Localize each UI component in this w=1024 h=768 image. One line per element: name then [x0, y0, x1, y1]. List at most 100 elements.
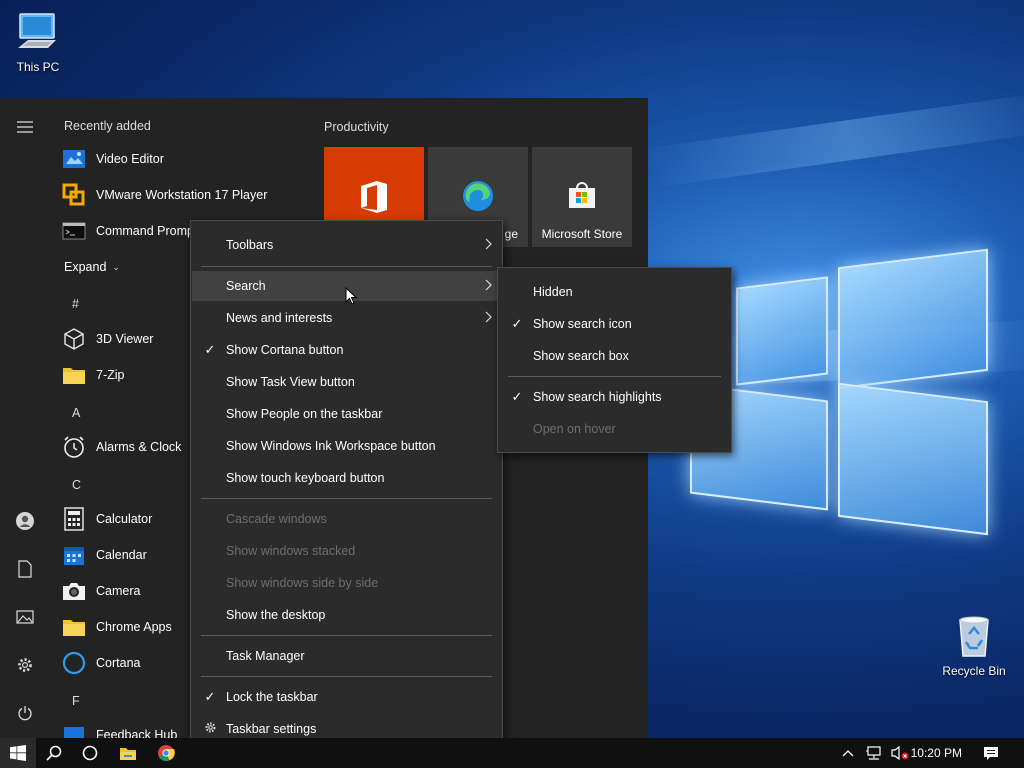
- chevron-right-icon: [485, 311, 493, 326]
- network-button[interactable]: [860, 738, 888, 768]
- windows-logo-pane: [736, 276, 828, 386]
- file-explorer-icon: [120, 747, 136, 760]
- start-rail: [0, 98, 50, 738]
- menu-separator: [201, 635, 492, 636]
- recycle-bin-label: Recycle Bin: [942, 664, 1006, 678]
- calendar-icon: [62, 543, 86, 567]
- chevron-down-icon: ⌄: [112, 261, 120, 272]
- checkmark-icon: ✓: [204, 689, 216, 704]
- menu-item-news-interests[interactable]: News and interests: [192, 303, 501, 333]
- this-pc-shortcut[interactable]: This PC: [0, 8, 76, 74]
- user-icon: [16, 512, 34, 530]
- network-icon: [866, 746, 881, 760]
- menu-item-show-task-view-button[interactable]: Show Task View button: [192, 367, 501, 397]
- documents-button[interactable]: [8, 552, 42, 586]
- cortana-button[interactable]: [72, 738, 108, 768]
- chrome-icon: [158, 745, 175, 761]
- checkmark-icon: ✓: [511, 389, 523, 404]
- 3d-viewer-icon: [62, 327, 86, 351]
- menu-separator: [508, 376, 721, 377]
- checkmark-icon: ✓: [511, 316, 523, 331]
- search-icon: [46, 745, 62, 761]
- taskbar: 10:20 PM: [0, 738, 1024, 768]
- user-account-button[interactable]: [8, 504, 42, 538]
- alarm-clock-icon: [62, 435, 86, 459]
- productivity-heading: Productivity: [324, 120, 389, 134]
- mouse-cursor-icon: [345, 287, 357, 305]
- submenu-item-open-on-hover: Open on hover: [533, 422, 616, 436]
- chevron-up-icon: [842, 750, 854, 757]
- store-icon: [569, 182, 595, 208]
- menu-item-task-manager[interactable]: Task Manager: [192, 641, 501, 671]
- taskbar-clock[interactable]: 10:20 PM: [911, 738, 962, 768]
- command-prompt-icon: [62, 219, 86, 243]
- submenu-item-show-search-box[interactable]: Show search box: [499, 341, 730, 371]
- windows-logo-pane: [838, 382, 988, 536]
- menu-separator: [201, 676, 492, 677]
- windows-logo-pane: [838, 248, 988, 390]
- app-vmware[interactable]: VMware Workstation 17 Player: [62, 180, 302, 210]
- app-video-editor[interactable]: Video Editor: [62, 144, 302, 174]
- menu-item-show-windows-stacked: Show windows stacked: [226, 544, 356, 558]
- windows-logo-icon: [10, 745, 26, 761]
- submenu-item-show-search-icon[interactable]: ✓ Show search icon: [499, 309, 730, 339]
- menu-item-cascade-windows: Cascade windows: [226, 512, 327, 526]
- menu-item-show-ink-workspace[interactable]: Show Windows Ink Workspace button: [192, 431, 501, 461]
- checkmark-icon: ✓: [204, 342, 216, 357]
- office-icon: [361, 181, 387, 213]
- show-hidden-icons-button[interactable]: [833, 738, 863, 768]
- gear-icon: [202, 721, 218, 737]
- power-button[interactable]: [8, 696, 42, 730]
- menu-item-toolbars[interactable]: Toolbars: [192, 230, 501, 260]
- hamburger-menu-button[interactable]: [8, 110, 42, 144]
- hamburger-icon: [17, 121, 33, 133]
- menu-separator: [201, 498, 492, 499]
- action-center-button[interactable]: [974, 738, 1008, 768]
- settings-button[interactable]: [8, 648, 42, 682]
- feedback-hub-icon: [62, 723, 86, 738]
- menu-item-show-cortana-button[interactable]: ✓ Show Cortana button: [192, 335, 501, 365]
- vmware-icon: [62, 183, 86, 207]
- chevron-right-icon: [485, 238, 493, 253]
- notification-icon: [984, 746, 998, 760]
- camera-icon: [62, 579, 86, 603]
- edge-icon: [463, 181, 493, 211]
- menu-item-show-desktop[interactable]: Show the desktop: [192, 600, 501, 630]
- pictures-button[interactable]: [8, 600, 42, 634]
- gear-icon: [18, 658, 32, 672]
- cortana-icon: [82, 745, 98, 761]
- pictures-icon: [16, 610, 34, 624]
- chrome-button[interactable]: [148, 738, 184, 768]
- recently-added-heading: Recently added: [64, 119, 151, 133]
- group-letter[interactable]: A: [72, 406, 80, 420]
- computer-icon: [18, 13, 56, 48]
- group-letter[interactable]: #: [72, 297, 79, 311]
- recycle-bin-shortcut[interactable]: Recycle Bin: [936, 612, 1012, 678]
- power-icon: [18, 706, 32, 721]
- folder-icon: [62, 363, 86, 387]
- video-editor-icon: [62, 147, 86, 171]
- document-icon: [18, 560, 32, 578]
- group-letter[interactable]: F: [72, 694, 80, 708]
- menu-item-lock-taskbar[interactable]: ✓ Lock the taskbar: [192, 682, 501, 712]
- expand-button[interactable]: Expand ⌄: [62, 252, 120, 282]
- taskbar-search-button[interactable]: [36, 738, 72, 768]
- search-submenu: Hidden ✓ Show search icon Show search bo…: [497, 267, 732, 453]
- folder-icon: [62, 615, 86, 639]
- group-letter[interactable]: C: [72, 478, 81, 492]
- file-explorer-button[interactable]: [110, 738, 146, 768]
- chevron-right-icon: [485, 279, 493, 294]
- calculator-icon: [62, 507, 86, 531]
- submenu-item-hidden[interactable]: Hidden: [499, 277, 730, 307]
- submenu-item-show-search-highlights[interactable]: ✓ Show search highlights: [499, 382, 730, 412]
- this-pc-label: This PC: [16, 60, 60, 74]
- menu-item-show-people[interactable]: Show People on the taskbar: [192, 399, 501, 429]
- light-beam: [639, 90, 1024, 190]
- tile-microsoft-store[interactable]: Microsoft Store: [532, 147, 632, 247]
- cortana-icon: [62, 651, 86, 675]
- recycle-bin-icon: [959, 616, 989, 657]
- start-button[interactable]: [0, 738, 36, 768]
- menu-separator: [201, 266, 492, 267]
- menu-item-show-touch-keyboard[interactable]: Show touch keyboard button: [192, 463, 501, 493]
- volume-muted-icon: [891, 745, 909, 761]
